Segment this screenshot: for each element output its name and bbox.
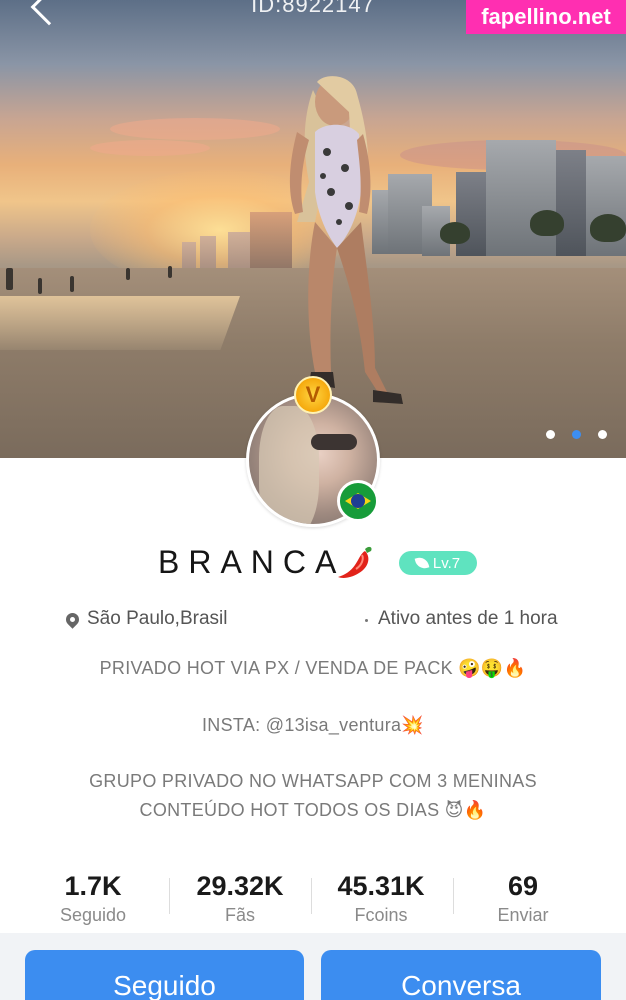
avatar-photo-detail bbox=[311, 434, 357, 450]
palm-tree bbox=[440, 222, 470, 244]
stat-label: Fãs bbox=[224, 905, 255, 925]
sprout-icon bbox=[414, 555, 430, 571]
user-id-label: ID:8922147 bbox=[251, 0, 375, 17]
level-badge: Lv.7 bbox=[399, 551, 477, 575]
stat-fans[interactable]: 29.32K Fãs bbox=[170, 868, 310, 926]
location-pin-icon bbox=[63, 610, 82, 629]
beachgoer bbox=[70, 276, 74, 292]
bio-line: CONTEÚDO HOT TODOS OS DIAS 😈🔥 bbox=[139, 800, 487, 820]
palm-tree bbox=[530, 210, 564, 236]
beachgoer bbox=[126, 268, 130, 280]
chili-pepper-icon bbox=[338, 546, 372, 578]
palm-tree bbox=[590, 214, 626, 242]
bio-line: GRUPO PRIVADO NO WHATSAPP COM 3 MENINAS bbox=[89, 771, 537, 791]
vip-crown-icon: V bbox=[294, 376, 332, 414]
brazil-flag-icon bbox=[337, 480, 379, 522]
beachgoer bbox=[6, 268, 13, 290]
cloud bbox=[90, 140, 210, 156]
building bbox=[486, 140, 556, 256]
level-label: Lv.7 bbox=[432, 554, 461, 572]
location-text: São Paulo,Brasil bbox=[87, 608, 228, 629]
gallery-dot[interactable] bbox=[598, 430, 607, 439]
profile-name-row: BRANCA Lv.7 bbox=[0, 540, 626, 586]
stat-fcoins[interactable]: 45.31K Fcoins bbox=[311, 868, 451, 926]
stat-label: Fcoins bbox=[354, 905, 408, 925]
bottom-action-bar: Seguido Conversa bbox=[0, 933, 626, 1000]
beachgoer bbox=[38, 278, 42, 294]
separator-dot bbox=[365, 619, 368, 622]
building bbox=[200, 236, 216, 272]
wet-sand-reflection bbox=[0, 296, 240, 350]
location-activity-row: São Paulo,Brasil Ativo antes de 1 hora bbox=[0, 608, 626, 634]
bio-line: PRIVADO HOT VIA PX / VENDA DE PACK 🤪🤑🔥 bbox=[99, 658, 527, 678]
stat-value: 45.31K bbox=[337, 871, 425, 901]
stat-label: Enviar bbox=[497, 905, 549, 925]
chat-button[interactable]: Conversa bbox=[321, 950, 601, 1000]
watermark: fapellino.net bbox=[466, 0, 626, 34]
bio-paragraph: GRUPO PRIVADO NO WHATSAPP COM 3 MENINAS … bbox=[0, 767, 626, 825]
follow-button[interactable]: Seguido bbox=[25, 950, 304, 1000]
activity-status: Ativo antes de 1 hora bbox=[378, 608, 558, 629]
building bbox=[556, 150, 586, 256]
avatar-photo-detail bbox=[259, 406, 319, 524]
gallery-pagination bbox=[546, 430, 607, 440]
building bbox=[228, 232, 250, 272]
bio-line: INSTA: @13isa_ventura💥 bbox=[201, 715, 425, 735]
profile-name: BRANCA bbox=[158, 544, 346, 580]
flag-globe bbox=[351, 494, 365, 508]
stat-label: Seguido bbox=[59, 905, 127, 925]
stat-value: 29.32K bbox=[196, 871, 284, 901]
back-chevron-icon[interactable] bbox=[30, 0, 68, 26]
gallery-dot-active[interactable] bbox=[572, 430, 581, 439]
stat-sent[interactable]: 69 Enviar bbox=[453, 868, 593, 926]
profile-stats: 1.7K Seguido 29.32K Fãs 45.31K Fcoins 69… bbox=[0, 868, 626, 932]
beachgoer bbox=[168, 266, 172, 278]
avatar-container[interactable]: V bbox=[246, 376, 380, 527]
stat-following[interactable]: 1.7K Seguido bbox=[23, 868, 163, 926]
gallery-dot[interactable] bbox=[546, 430, 555, 439]
stat-value: 69 bbox=[507, 871, 539, 901]
cloud bbox=[110, 118, 280, 140]
stat-value: 1.7K bbox=[64, 871, 122, 901]
photo-subject bbox=[289, 76, 403, 404]
